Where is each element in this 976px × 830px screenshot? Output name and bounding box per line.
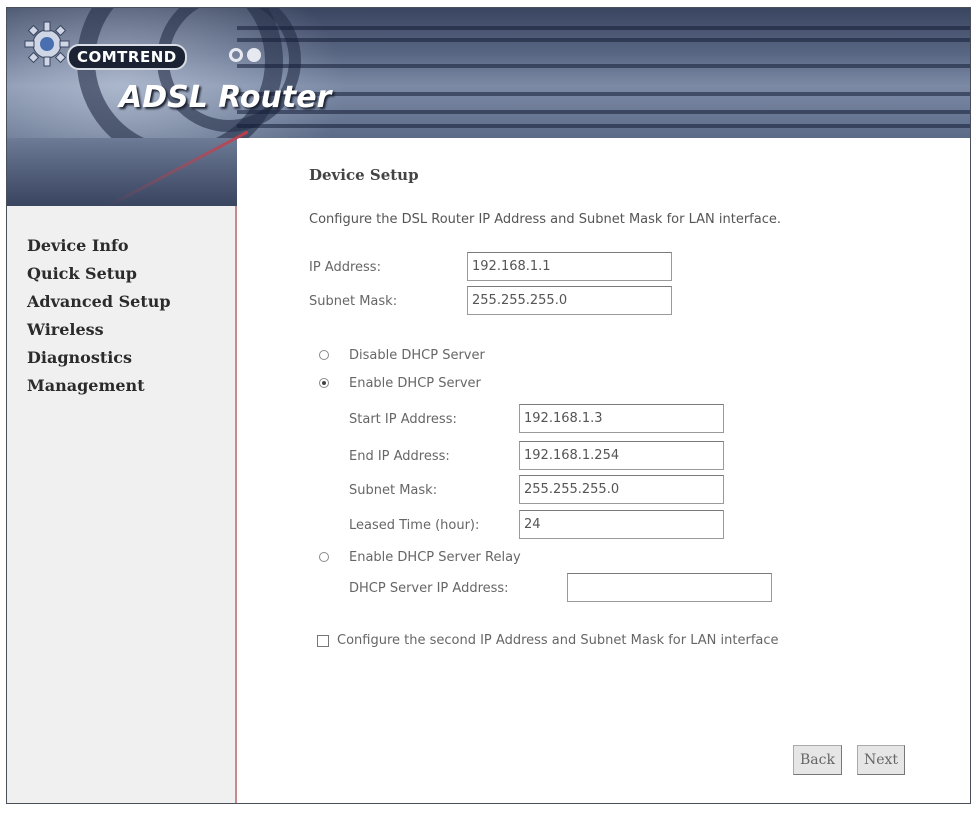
- second-ip-label: Configure the second IP Address and Subn…: [337, 633, 779, 648]
- disable-dhcp-label: Disable DHCP Server: [349, 348, 485, 363]
- sidebar-item-device-info[interactable]: Device Info: [27, 232, 171, 260]
- subnet-mask-label: Subnet Mask:: [309, 294, 398, 309]
- brand-ring-icon: [229, 48, 243, 62]
- ip-address-label: IP Address:: [309, 260, 381, 275]
- sidebar-item-diagnostics[interactable]: Diagnostics: [27, 344, 171, 372]
- dhcp-relay-label: Enable DHCP Server Relay: [349, 550, 521, 565]
- main-content: Device Setup Configure the DSL Router IP…: [237, 138, 970, 803]
- end-ip-label: End IP Address:: [349, 449, 450, 464]
- relay-server-ip-label: DHCP Server IP Address:: [349, 581, 509, 596]
- end-ip-input[interactable]: [519, 441, 724, 470]
- second-ip-checkbox[interactable]: [317, 635, 329, 647]
- router-window: COMTREND ADSL Router Device Info Quick S…: [6, 7, 971, 804]
- header-banner: COMTREND ADSL Router: [7, 8, 970, 138]
- sidebar-item-wireless[interactable]: Wireless: [27, 316, 171, 344]
- sidebar: Device Info Quick Setup Advanced Setup W…: [7, 206, 237, 803]
- brand-dot-icon: [247, 48, 261, 62]
- sidebar-menu: Device Info Quick Setup Advanced Setup W…: [27, 232, 171, 400]
- enable-dhcp-radio[interactable]: [319, 378, 329, 388]
- sidebar-item-quick-setup[interactable]: Quick Setup: [27, 260, 171, 288]
- page-description: Configure the DSL Router IP Address and …: [309, 212, 781, 227]
- page-title: Device Setup: [309, 166, 419, 184]
- product-title: ADSL Router: [119, 80, 332, 115]
- dhcp-subnet-mask-label: Subnet Mask:: [349, 483, 438, 498]
- sidebar-item-management[interactable]: Management: [27, 372, 171, 400]
- subnet-mask-input[interactable]: [467, 286, 672, 315]
- relay-server-ip-input[interactable]: [567, 573, 772, 602]
- ip-address-input[interactable]: [467, 252, 672, 281]
- next-button[interactable]: Next: [857, 745, 906, 775]
- gear-logo-icon: [24, 21, 70, 67]
- disable-dhcp-radio[interactable]: [319, 350, 329, 360]
- brand-logo: COMTREND: [67, 44, 187, 70]
- lease-time-label: Leased Time (hour):: [349, 518, 480, 533]
- enable-dhcp-label: Enable DHCP Server: [349, 376, 481, 391]
- dhcp-subnet-mask-input[interactable]: [519, 475, 724, 504]
- start-ip-label: Start IP Address:: [349, 412, 457, 427]
- sidebar-item-advanced-setup[interactable]: Advanced Setup: [27, 288, 171, 316]
- dhcp-relay-radio[interactable]: [319, 552, 329, 562]
- lease-time-input[interactable]: [519, 510, 724, 539]
- start-ip-input[interactable]: [519, 404, 724, 433]
- back-button[interactable]: Back: [793, 745, 842, 775]
